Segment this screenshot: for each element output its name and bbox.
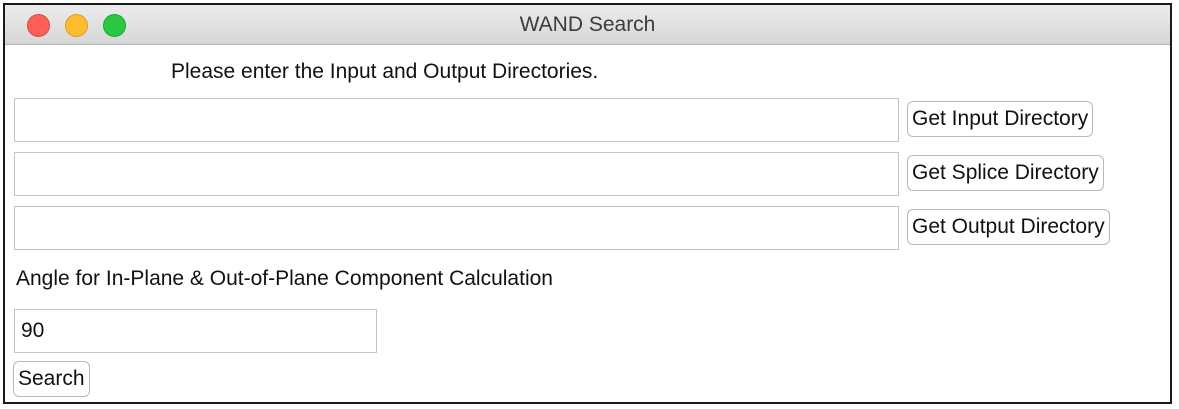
- get-input-directory-button[interactable]: Get Input Directory: [907, 101, 1094, 137]
- get-splice-directory-button[interactable]: Get Splice Directory: [907, 155, 1104, 191]
- instructions-label: Please enter the Input and Output Direct…: [171, 60, 599, 83]
- input-directory-field[interactable]: [14, 98, 899, 142]
- get-output-directory-button[interactable]: Get Output Directory: [907, 209, 1110, 245]
- output-directory-field[interactable]: [14, 206, 899, 250]
- window-title: WAND Search: [519, 13, 656, 36]
- angle-input[interactable]: [14, 309, 377, 353]
- search-button[interactable]: Search: [13, 361, 90, 397]
- angle-label: Angle for In-Plane & Out-of-Plane Compon…: [16, 267, 553, 290]
- splice-directory-field[interactable]: [14, 152, 899, 196]
- app-window: WAND Search Please enter the Input and O…: [3, 3, 1172, 404]
- title-bar[interactable]: WAND Search: [5, 5, 1170, 45]
